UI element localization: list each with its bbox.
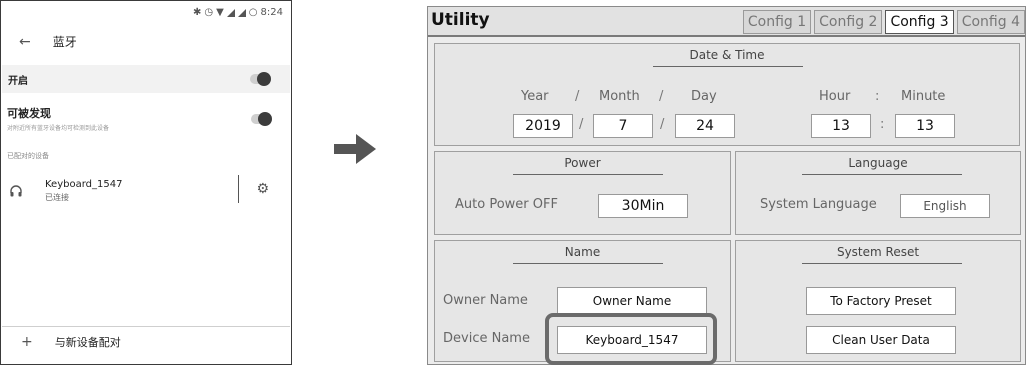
time-separator: : (875, 89, 880, 104)
name-heading: Name (564, 245, 601, 259)
bluetooth-enable-row[interactable]: 开启 (2, 65, 290, 93)
plus-icon: + (21, 334, 33, 350)
minute-field[interactable]: 13 (895, 114, 955, 138)
back-arrow-icon[interactable]: ← (19, 34, 31, 50)
auto-power-field[interactable]: 30Min (598, 194, 688, 218)
bluetooth-icon: ✱ (192, 7, 202, 18)
utility-panel: Utility Config 1 Config 2 Config 3 Confi… (427, 6, 1026, 365)
day-field[interactable]: 24 (675, 114, 735, 138)
hour-field[interactable]: 13 (811, 114, 871, 138)
gear-icon[interactable]: ⚙ (256, 181, 269, 197)
status-time: 8:24 (260, 7, 283, 18)
month-label: Month (599, 89, 640, 104)
owner-name-label: Owner Name (443, 293, 528, 308)
divider (513, 263, 663, 264)
divider (802, 174, 962, 175)
day-label: Day (691, 89, 717, 104)
date-separator: / (660, 117, 665, 132)
bluetooth-toggle[interactable] (250, 72, 271, 86)
tab-config-1[interactable]: Config 1 (742, 10, 812, 34)
panel-header: Utility Config 1 Config 2 Config 3 Confi… (428, 7, 1025, 37)
discoverable-toggle[interactable] (251, 111, 272, 126)
paired-device-row[interactable]: Keyboard_1547 已连接 ⚙ (7, 173, 285, 209)
device-status: 已连接 (45, 193, 69, 202)
divider (238, 175, 239, 203)
time-separator: : (880, 117, 885, 132)
right-arrow-icon (334, 134, 376, 164)
system-language-field[interactable]: English (900, 194, 990, 218)
date-separator: / (579, 117, 584, 132)
tab-config-2[interactable]: Config 2 (814, 10, 883, 34)
divider (2, 326, 290, 327)
system-language-label: System Language (760, 197, 877, 212)
device-name: Keyboard_1547 (45, 179, 123, 190)
hour-label: Hour (819, 89, 851, 104)
app-bar: ← 蓝牙 (19, 33, 77, 50)
system-reset-heading: System Reset (836, 245, 920, 259)
config-tabs: Config 1 Config 2 Config 3 Config 4 (742, 10, 1025, 34)
tab-config-4[interactable]: Config 4 (956, 10, 1025, 34)
date-time-section: Date & Time Year / Month / Day 2019 / 7 … (434, 43, 1020, 146)
clean-user-data-button[interactable]: Clean User Data (806, 326, 956, 354)
discoverable-row[interactable]: 可被发现 对附近所有蓝牙设备均可检测到此设备 (7, 105, 272, 132)
year-field[interactable]: 2019 (513, 114, 573, 138)
device-name-label: Device Name (443, 331, 530, 346)
divider (802, 263, 962, 264)
battery-icon: ○ (248, 7, 258, 18)
signal-icon (226, 8, 235, 17)
pair-new-label: 与新设备配对 (54, 336, 121, 349)
divider (653, 66, 803, 67)
alarm-icon: ◷ (204, 7, 214, 18)
power-heading: Power (564, 156, 601, 170)
language-section: Language System Language English (735, 151, 1021, 235)
headphone-icon (10, 185, 22, 197)
phone-screen: ✱ ◷ ▼ ○ 8:24 ← 蓝牙 开启 可被发现 对附近所有蓝牙设备均可检测到… (0, 0, 292, 365)
signal-icon (237, 8, 246, 17)
page-title: 蓝牙 (52, 35, 77, 49)
date-time-heading: Date & Time (689, 48, 765, 62)
panel-title: Utility (431, 10, 490, 30)
wifi-icon: ▼ (216, 7, 224, 18)
year-label: Year (521, 89, 549, 104)
minute-label: Minute (901, 89, 946, 104)
enable-label: 开启 (8, 75, 28, 87)
divider (513, 174, 663, 175)
language-heading: Language (848, 156, 908, 170)
date-separator: / (659, 89, 664, 104)
tab-config-3[interactable]: Config 3 (885, 10, 954, 34)
discoverable-label: 可被发现 (7, 107, 51, 120)
power-section: Power Auto Power OFF 30Min (434, 151, 731, 235)
factory-preset-button[interactable]: To Factory Preset (806, 287, 956, 315)
auto-power-label: Auto Power OFF (455, 197, 558, 212)
date-separator: / (575, 89, 580, 104)
pair-new-device-row[interactable]: + 与新设备配对 (21, 334, 121, 350)
owner-name-field[interactable]: Owner Name (557, 287, 707, 315)
discoverable-subtitle: 对附近所有蓝牙设备均可检测到此设备 (7, 125, 110, 132)
month-field[interactable]: 7 (593, 114, 653, 138)
highlight-box (545, 313, 717, 365)
paired-devices-label: 已配对的设备 (7, 152, 49, 160)
system-reset-section: System Reset To Factory Preset Clean Use… (735, 240, 1021, 362)
status-bar: ✱ ◷ ▼ ○ 8:24 (193, 7, 283, 18)
